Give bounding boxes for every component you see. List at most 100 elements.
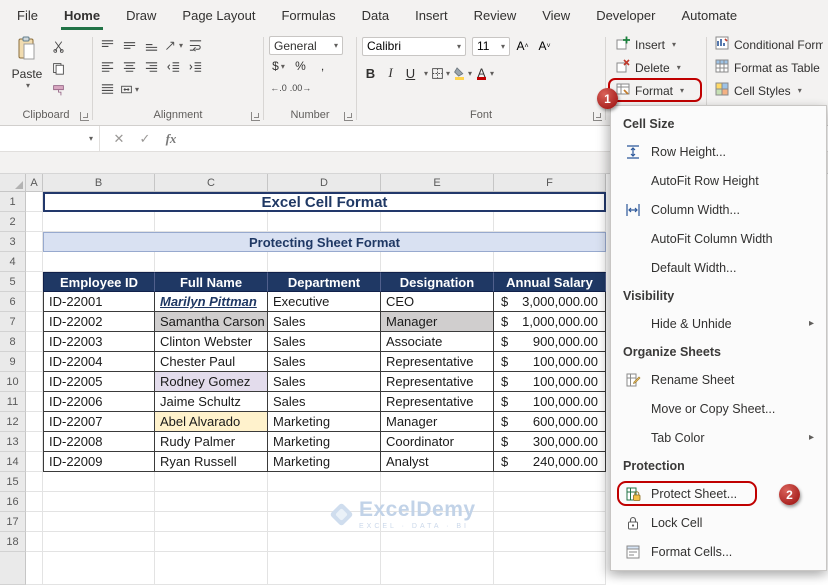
- menu-item-format-cells[interactable]: Format Cells...: [611, 537, 826, 566]
- row-header[interactable]: 11: [0, 392, 26, 412]
- number-dialog-launcher-icon[interactable]: [344, 112, 353, 121]
- tab-view[interactable]: View: [529, 0, 583, 30]
- table-cell[interactable]: $240,000.00: [494, 452, 606, 472]
- tab-data[interactable]: Data: [349, 0, 402, 30]
- table-cell[interactable]: Ryan Russell: [155, 452, 268, 472]
- cell[interactable]: [494, 252, 606, 272]
- row-header[interactable]: 8: [0, 332, 26, 352]
- cell[interactable]: [155, 532, 268, 552]
- cell[interactable]: [381, 252, 494, 272]
- cell[interactable]: [26, 372, 43, 392]
- table-cell[interactable]: ID-22007: [43, 412, 155, 432]
- cell[interactable]: [26, 352, 43, 372]
- table-cell[interactable]: $100,000.00: [494, 372, 606, 392]
- table-cell[interactable]: $100,000.00: [494, 352, 606, 372]
- align-bottom-icon[interactable]: [142, 36, 161, 55]
- menu-item-tab-color[interactable]: Tab Color ▸: [611, 423, 826, 452]
- row-header[interactable]: 6: [0, 292, 26, 312]
- table-cell[interactable]: Coordinator: [381, 432, 494, 452]
- column-header[interactable]: C: [155, 174, 268, 192]
- cell[interactable]: [43, 212, 155, 232]
- table-cell[interactable]: $1,000,000.00: [494, 312, 606, 332]
- column-header[interactable]: D: [268, 174, 381, 192]
- table-cell[interactable]: Sales: [268, 372, 381, 392]
- select-all-corner[interactable]: [0, 174, 26, 192]
- table-cell[interactable]: Rodney Gomez: [155, 372, 268, 392]
- table-cell[interactable]: Sales: [268, 332, 381, 352]
- table-cell[interactable]: ID-22001: [43, 292, 155, 312]
- menu-item-rename-sheet[interactable]: Rename Sheet: [611, 365, 826, 394]
- increase-decimal-icon[interactable]: ←.0: [269, 79, 288, 98]
- cell[interactable]: [26, 552, 43, 585]
- cell[interactable]: [26, 492, 43, 512]
- decrease-font-size-icon[interactable]: A ˅: [535, 37, 554, 56]
- delete-cells-button[interactable]: Delete ▾: [611, 57, 701, 78]
- cell[interactable]: [43, 492, 155, 512]
- table-cell[interactable]: Manager: [381, 412, 494, 432]
- table-header-cell[interactable]: Employee ID: [43, 272, 155, 292]
- menu-item-lock-cell[interactable]: Lock Cell: [611, 508, 826, 537]
- cell[interactable]: [494, 532, 606, 552]
- cell[interactable]: [26, 392, 43, 412]
- table-cell[interactable]: Executive: [268, 292, 381, 312]
- borders-icon[interactable]: ▾: [431, 64, 450, 83]
- cell[interactable]: [155, 472, 268, 492]
- column-header[interactable]: B: [43, 174, 155, 192]
- cell[interactable]: [494, 492, 606, 512]
- row-header[interactable]: 18: [0, 532, 26, 552]
- table-cell[interactable]: ID-22009: [43, 452, 155, 472]
- row-header[interactable]: 12: [0, 412, 26, 432]
- tab-formulas[interactable]: Formulas: [268, 0, 348, 30]
- table-cell[interactable]: $300,000.00: [494, 432, 606, 452]
- insert-function-icon[interactable]: fx: [158, 126, 184, 151]
- row-header[interactable]: 13: [0, 432, 26, 452]
- table-cell[interactable]: Jaime Schultz: [155, 392, 268, 412]
- cell[interactable]: [268, 472, 381, 492]
- cell[interactable]: [155, 212, 268, 232]
- table-cell[interactable]: ID-22004: [43, 352, 155, 372]
- conditional-formatting-button[interactable]: Conditional Form: [712, 34, 823, 55]
- row-header[interactable]: 14: [0, 452, 26, 472]
- cell[interactable]: [26, 192, 43, 212]
- table-cell[interactable]: Marketing: [268, 452, 381, 472]
- menu-item-default-width[interactable]: Default Width...: [611, 253, 826, 282]
- table-cell[interactable]: Marilyn Pittman: [155, 292, 268, 312]
- tab-developer[interactable]: Developer: [583, 0, 668, 30]
- align-right-icon[interactable]: [142, 58, 161, 77]
- row-header[interactable]: 16: [0, 492, 26, 512]
- cell[interactable]: [155, 492, 268, 512]
- cell[interactable]: [494, 212, 606, 232]
- decrease-decimal-icon[interactable]: .00→: [290, 79, 312, 98]
- row-header[interactable]: 9: [0, 352, 26, 372]
- cell[interactable]: [26, 272, 43, 292]
- row-header[interactable]: 2: [0, 212, 26, 232]
- cell[interactable]: [381, 212, 494, 232]
- cell[interactable]: [268, 212, 381, 232]
- row-header[interactable]: 1: [0, 192, 26, 212]
- table-cell[interactable]: Clinton Webster: [155, 332, 268, 352]
- table-cell[interactable]: Analyst: [381, 452, 494, 472]
- format-painter-icon[interactable]: [49, 81, 68, 100]
- align-middle-icon[interactable]: [120, 36, 139, 55]
- merge-center-icon[interactable]: ▾: [120, 80, 139, 99]
- cell[interactable]: [26, 332, 43, 352]
- table-cell[interactable]: ID-22006: [43, 392, 155, 412]
- font-size-select[interactable]: 11 ▾: [472, 36, 510, 56]
- tab-home[interactable]: Home: [51, 0, 113, 30]
- cell[interactable]: [26, 412, 43, 432]
- menu-item-hide-unhide[interactable]: Hide & Unhide ▸: [611, 309, 826, 338]
- table-cell[interactable]: CEO: [381, 292, 494, 312]
- row-header[interactable]: 5: [0, 272, 26, 292]
- copy-icon[interactable]: [49, 59, 68, 78]
- cut-icon[interactable]: [49, 37, 68, 56]
- cell[interactable]: [494, 472, 606, 492]
- accounting-format-icon[interactable]: $ ▾: [269, 57, 288, 76]
- format-as-table-button[interactable]: Format as Table ▾: [712, 57, 823, 78]
- menu-item-move-or-copy-sheet[interactable]: Move or Copy Sheet...: [611, 394, 826, 423]
- table-cell[interactable]: $900,000.00: [494, 332, 606, 352]
- table-cell[interactable]: $600,000.00: [494, 412, 606, 432]
- tab-draw[interactable]: Draw: [113, 0, 169, 30]
- table-cell[interactable]: Representative: [381, 352, 494, 372]
- table-cell[interactable]: $3,000,000.00: [494, 292, 606, 312]
- cell[interactable]: [26, 252, 43, 272]
